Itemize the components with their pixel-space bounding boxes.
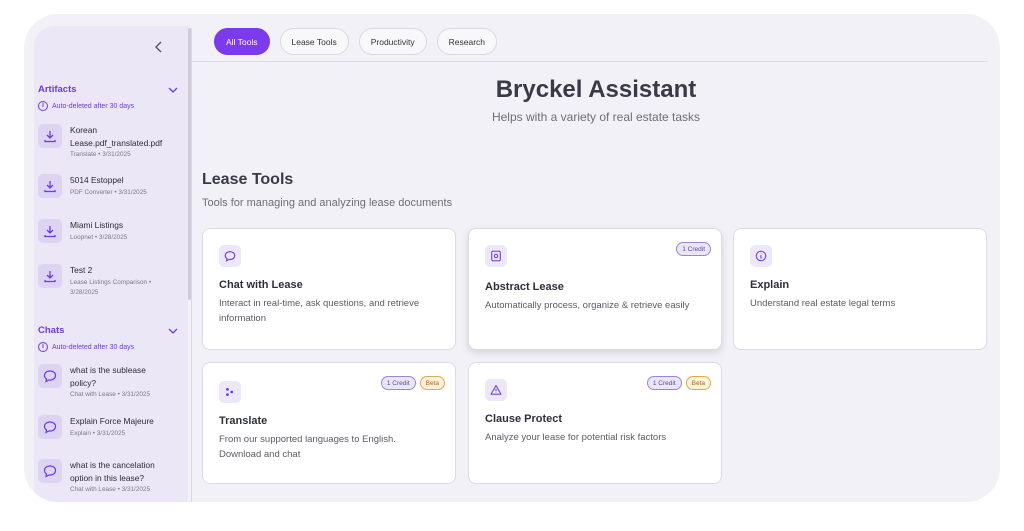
credit-badge: 1 Credit [646, 376, 682, 390]
download-icon[interactable] [38, 264, 62, 288]
warning-icon [485, 379, 507, 401]
artifact-name: Korean [70, 125, 98, 135]
tool-card-clause-protect[interactable]: 1 Credit Beta Clause Protect Analyze you… [468, 362, 722, 484]
tool-card-translate[interactable]: 1 Credit Beta Translate From our support… [202, 362, 456, 484]
artifact-meta: Loopnet • 3/28/2025 [70, 233, 128, 241]
tab-all-tools[interactable]: All Tools [214, 28, 270, 55]
chat-name: Explain Force Majeure [70, 416, 154, 426]
artifact-item[interactable]: Test 2 Lease Listings Comparison • 3/28/… [38, 264, 178, 298]
artifact-item[interactable]: Korean Lease.pdf_translated.pdf Translat… [38, 124, 178, 160]
artifact-meta: PDF Converter • 3/31/2025 [70, 188, 147, 196]
card-description: Automatically process, organize & retrie… [485, 299, 710, 314]
card-title: Translate [219, 415, 268, 427]
card-description: Analyze your lease for potential risk fa… [485, 431, 710, 446]
tool-tabs: All Tools Lease Tools Productivity Resea… [214, 28, 498, 55]
artifact-name: 5014 Estoppel [70, 175, 124, 185]
tool-card-explain[interactable]: Explain Understand real estate legal ter… [733, 228, 987, 350]
chevron-down-icon[interactable] [168, 86, 178, 94]
artifact-item[interactable]: Miami Listings Loopnet • 3/28/2025 [38, 219, 178, 243]
card-title: Clause Protect [485, 413, 563, 425]
credit-badge: 1 Credit [380, 376, 416, 390]
section-title: Lease Tools [202, 171, 294, 188]
tab-research[interactable]: Research [436, 28, 498, 55]
card-badges: 1 Credit Beta [380, 376, 445, 390]
tab-productivity[interactable]: Productivity [358, 28, 427, 55]
chat-meta: Explain • 3/31/2025 [70, 429, 126, 437]
artifact-meta: Lease Listings Comparison • [70, 278, 152, 286]
document-settings-icon [485, 245, 507, 267]
card-desc-line: Understand real estate legal terms [750, 298, 896, 309]
tabs-divider [192, 61, 988, 62]
card-desc-line: Interact in real-time, ask questions, an… [219, 298, 420, 309]
download-icon[interactable] [38, 124, 62, 148]
chats-note-text: Auto-deleted after 30 days [52, 343, 135, 351]
card-title: Explain [750, 279, 790, 291]
artifact-meta-cont: 3/28/2025 [70, 288, 99, 296]
page-title: Bryckel Assistant [495, 76, 697, 103]
chat-item[interactable]: what is the sublease policy? Chat with L… [38, 364, 178, 400]
download-icon[interactable] [38, 219, 62, 243]
info-icon: i [38, 342, 48, 352]
artifacts-note: i Auto-deleted after 30 days [38, 101, 134, 111]
artifact-name: Miami Listings [70, 220, 124, 230]
artifact-name-cont: Lease.pdf_translated.pdf [70, 137, 163, 148]
artifact-item[interactable]: 5014 Estoppel PDF Converter • 3/31/2025 [38, 174, 178, 198]
collapse-sidebar-button[interactable] [152, 40, 166, 54]
tool-card-abstract-lease[interactable]: 1 Credit Abstract Lease Automatically pr… [468, 228, 722, 350]
card-desc-line: Download and chat [219, 448, 301, 460]
chat-item[interactable]: Explain Force Majeure Explain • 3/31/202… [38, 415, 178, 439]
artifacts-note-text: Auto-deleted after 30 days [52, 102, 135, 110]
chats-title: Chats [38, 325, 65, 336]
beta-badge: Beta [685, 376, 711, 390]
artifact-name: Test 2 [70, 265, 93, 275]
download-icon[interactable] [38, 174, 62, 198]
beta-badge: Beta [419, 376, 445, 390]
app-window: Artifacts i Auto-deleted after 30 days K… [24, 14, 1000, 502]
section-subtitle: Tools for managing and analyzing lease d… [202, 197, 453, 209]
credit-badge: 1 Credit [676, 242, 711, 256]
card-description: Understand real estate legal terms [750, 297, 975, 312]
chat-name: what is the sublease [70, 365, 146, 375]
chat-bubble-icon [38, 415, 62, 439]
tab-lease-tools[interactable]: Lease Tools [279, 28, 349, 55]
chats-note: i Auto-deleted after 30 days [38, 342, 134, 352]
artifacts-title: Artifacts [38, 84, 77, 95]
main-content: All Tools Lease Tools Productivity Resea… [192, 14, 1000, 502]
card-desc-line: Automatically process, organize & retrie… [485, 300, 690, 311]
card-title: Chat with Lease [219, 279, 303, 291]
translate-icon [219, 381, 241, 403]
card-desc-line: information [219, 312, 266, 324]
card-description: From our supported languages to English.… [219, 433, 444, 462]
chat-meta: Chat with Lease • 3/31/2025 [70, 486, 151, 493]
chat-meta: Chat with Lease • 3/31/2025 [70, 391, 151, 398]
artifacts-header[interactable]: Artifacts [38, 84, 178, 95]
card-badges: 1 Credit Beta [646, 376, 711, 390]
chat-bubble-icon [219, 245, 241, 267]
chevron-down-icon[interactable] [168, 327, 178, 335]
chat-bubble-icon [38, 459, 62, 483]
chat-bubble-icon [38, 364, 62, 388]
chats-header[interactable]: Chats [38, 325, 178, 336]
card-description: Interact in real-time, ask questions, an… [219, 297, 444, 326]
tool-card-chat-with-lease[interactable]: Chat with Lease Interact in real-time, a… [202, 228, 456, 350]
chat-item[interactable]: what is the cancelation option in this l… [38, 459, 178, 495]
chat-name: what is the cancelation [70, 460, 155, 470]
info-icon: i [38, 101, 48, 111]
card-badges: 1 Credit [676, 242, 711, 256]
chat-name-cont: option in this lease? [70, 472, 145, 483]
chevron-left-icon [155, 41, 162, 53]
card-desc-line: Analyze your lease for potential risk fa… [485, 432, 667, 443]
card-title: Abstract Lease [485, 281, 564, 293]
chat-name-cont: policy? [70, 377, 97, 388]
card-desc-line: From our supported languages to English. [219, 434, 396, 445]
page-subtitle: Helps with a variety of real estate task… [491, 110, 701, 124]
sidebar: Artifacts i Auto-deleted after 30 days K… [34, 26, 188, 502]
artifact-meta: Translate • 3/31/2025 [70, 151, 131, 158]
info-icon [750, 245, 772, 267]
